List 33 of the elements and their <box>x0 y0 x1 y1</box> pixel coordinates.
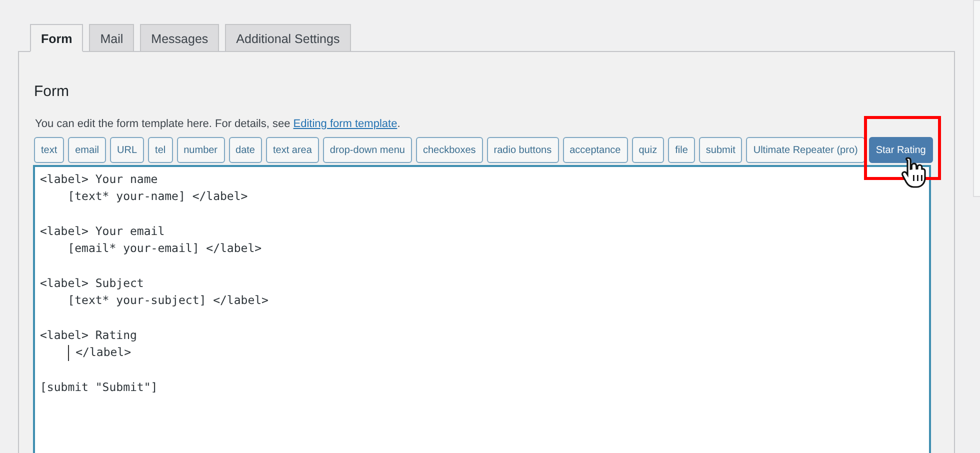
tag-button[interactable]: tel <box>148 137 173 163</box>
tab[interactable]: Messages <box>140 24 220 52</box>
tag-button[interactable]: text area <box>266 137 319 163</box>
tag-button[interactable]: radio buttons <box>486 137 559 163</box>
tag-button[interactable]: email <box>68 137 106 163</box>
code-line: [submit "Submit"] <box>40 378 159 396</box>
code-line: <label> Rating <box>40 326 138 344</box>
tag-button[interactable]: checkboxes <box>416 137 483 163</box>
tag-button[interactable]: quiz <box>632 137 664 163</box>
tab[interactable]: Additional Settings <box>225 24 351 52</box>
tab[interactable]: Mail <box>89 24 134 52</box>
code-line: [text* your-subject] </label> <box>66 292 270 310</box>
tag-button[interactable]: acceptance <box>562 137 628 163</box>
tag-button[interactable]: date <box>228 137 262 163</box>
code-line: </label> <box>40 344 924 362</box>
code-line: [email* your-email] </label> <box>66 240 263 258</box>
section-heading: Form <box>34 82 70 102</box>
code-line: <label> Your name <box>40 171 159 188</box>
tag-button[interactable]: submit <box>698 137 742 163</box>
code-line: [text* your-name] </label> <box>66 188 249 206</box>
tag-button[interactable]: Star Rating <box>868 137 933 163</box>
template-editor[interactable]: <label> Your name [text* your-name] </label> <label> Your email [email* your-email] </label> <label> Subject [text* your-subject] </label> <label> Rating </label> [submit "Submit"] <box>33 165 931 453</box>
description-text: You can edit the form template here. For details, see Editing form template. <box>35 117 402 132</box>
help-link[interactable]: Editing form template <box>293 118 398 130</box>
tag-button[interactable]: number <box>176 137 225 163</box>
code-line: <label> Your email <box>40 222 166 240</box>
tag-button[interactable]: drop-down menu <box>322 137 412 163</box>
tag-button[interactable]: file <box>668 137 695 163</box>
tag-button[interactable]: Ultimate Repeater (pro) <box>746 137 865 163</box>
tab[interactable]: Form <box>30 24 84 52</box>
tag-button[interactable]: text <box>34 137 64 163</box>
tag-button[interactable]: URL <box>110 137 144 163</box>
code-line: <label> Subject <box>40 274 145 292</box>
